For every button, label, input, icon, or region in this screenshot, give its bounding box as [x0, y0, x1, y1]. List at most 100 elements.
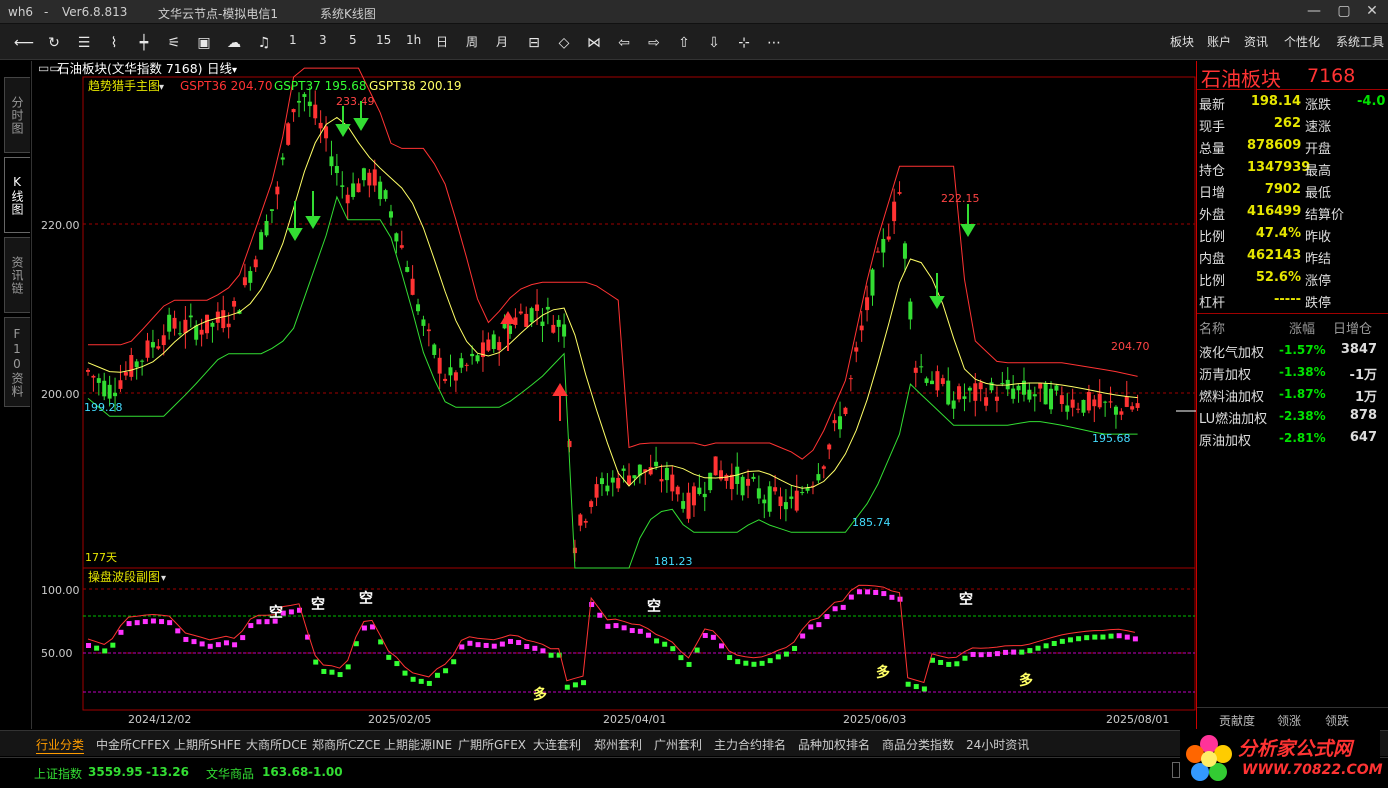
tab-ine[interactable]: 上期能源INE: [384, 736, 452, 753]
menu-personalize[interactable]: 个性化: [1284, 33, 1320, 50]
oscillator-point: [824, 614, 830, 620]
select-icon[interactable]: ⊟: [524, 34, 544, 52]
down-icon[interactable]: ⇩: [704, 34, 724, 52]
cross-icon[interactable]: ⊹: [734, 34, 754, 52]
oscillator-point: [443, 668, 449, 674]
left-icon[interactable]: ⇦: [614, 34, 634, 52]
menu-news[interactable]: 资讯: [1244, 33, 1268, 50]
bell-icon[interactable]: ♫: [254, 34, 274, 52]
index2-name[interactable]: 文华商品: [206, 765, 254, 782]
period-3m[interactable]: 3: [319, 33, 327, 47]
period-selector[interactable]: 日线: [207, 61, 233, 76]
period-dropdown-icon[interactable]: ▾: [232, 65, 237, 76]
candle-body: [691, 486, 696, 506]
period-1m[interactable]: 1: [289, 33, 297, 47]
tab-industry[interactable]: 行业分类: [36, 736, 85, 754]
oscillator-point: [970, 651, 976, 657]
candle-body: [729, 474, 734, 490]
maximize-icon[interactable]: ▢: [1336, 3, 1352, 19]
quote-value: 262: [1273, 116, 1301, 131]
zoom-out-icon[interactable]: ⋈: [584, 34, 604, 52]
period-day[interactable]: 日: [436, 33, 448, 50]
refresh-icon[interactable]: ↻: [44, 34, 64, 52]
oscillator-point: [848, 594, 854, 600]
tab-gfex[interactable]: 广期所GFEX: [458, 736, 526, 753]
oscillator-point: [86, 643, 91, 648]
tab-top-gainers[interactable]: 领涨: [1277, 712, 1301, 729]
candle-body: [470, 353, 475, 357]
bar-chart-icon[interactable]: ┿: [134, 34, 154, 52]
tab-zhengzhou-arb[interactable]: 郑州套利: [594, 736, 642, 753]
y-tick-220: 220.00: [41, 219, 80, 232]
list-icon[interactable]: ☰: [74, 34, 94, 52]
oscillator-point: [792, 645, 798, 651]
candle-body: [491, 334, 496, 349]
index1-name[interactable]: 上证指数: [34, 765, 82, 782]
line-chart-icon[interactable]: ⌇: [104, 34, 124, 52]
candle-body: [892, 201, 897, 222]
zoom-in-icon[interactable]: ◇: [554, 34, 574, 52]
sector-list-item[interactable]: 沥青加权 -1.38% -1万: [1197, 361, 1388, 383]
oscillator-point: [223, 640, 229, 646]
scroll-handle[interactable]: [1172, 762, 1180, 778]
tab-top-losers[interactable]: 领跌: [1325, 712, 1349, 729]
sub-indicator-name[interactable]: 操盘波段副图: [88, 569, 160, 584]
tab-weighted-rank[interactable]: 品种加权排名: [798, 736, 870, 753]
sector-list-item[interactable]: 液化气加权 -1.57% 3847: [1197, 339, 1388, 361]
more-icon[interactable]: ⋯: [764, 34, 784, 52]
period-week[interactable]: 周: [466, 33, 478, 50]
indicator-dropdown-icon[interactable]: ▾: [159, 82, 164, 93]
candle-body: [908, 301, 913, 320]
tab-24h-news[interactable]: 24小时资讯: [966, 736, 1029, 753]
sector-list-item[interactable]: 原油加权 -2.81% 647: [1197, 427, 1388, 449]
oscillator-point: [418, 678, 424, 684]
main-indicator-name[interactable]: 趋势猎手主图: [88, 79, 160, 93]
tab-dce[interactable]: 大商所DCE: [246, 736, 307, 753]
gspt36-line: [88, 67, 1138, 460]
kline-chart[interactable]: ▭▭ 石油板块(文华指数 7168) 日线 ▾ 趋势猎手主图 ▾ GSPT36 …: [33, 61, 1196, 729]
candle-body: [1054, 385, 1059, 391]
tab-kline[interactable]: K线图: [4, 157, 30, 233]
short-marker: 空: [359, 590, 373, 607]
menu-sector[interactable]: 板块: [1170, 33, 1194, 50]
tab-shfe[interactable]: 上期所SHFE: [174, 736, 241, 753]
right-icon[interactable]: ⇨: [644, 34, 664, 52]
tab-news-chain[interactable]: 资讯链: [4, 237, 30, 313]
menu-system-tools[interactable]: 系统工具: [1336, 33, 1384, 50]
ruler-icon[interactable]: ⚟: [164, 34, 184, 52]
tab-intraday[interactable]: 分时图: [4, 77, 30, 153]
sector-list-item[interactable]: 燃料油加权 -1.87% 1万: [1197, 383, 1388, 405]
oscillator-point: [207, 643, 213, 649]
tab-commodity-index[interactable]: 商品分类指数: [882, 736, 954, 753]
kline-icon[interactable]: ▣: [194, 34, 214, 52]
period-1h[interactable]: 1h: [406, 33, 421, 47]
tab-guangzhou-arb[interactable]: 广州套利: [654, 736, 702, 753]
panel-title: 石油板块: [1201, 67, 1281, 91]
sub-indicator-dropdown-icon[interactable]: ▾: [161, 573, 166, 584]
menu-account[interactable]: 账户: [1207, 33, 1231, 50]
tab-dalian-arb[interactable]: 大连套利: [533, 736, 581, 753]
candle-body: [713, 456, 718, 476]
tab-f10[interactable]: F10资料: [4, 317, 30, 407]
period-5m[interactable]: 5: [349, 33, 357, 47]
oscillator-point: [1108, 633, 1114, 639]
oscillator-point: [329, 669, 335, 675]
quote-label: 涨停: [1305, 274, 1332, 289]
tab-main-contract-rank[interactable]: 主力合约排名: [714, 736, 786, 753]
tab-czce[interactable]: 郑商所CZCE: [312, 736, 381, 753]
kline-chart-area[interactable]: ▭▭ 石油板块(文华指数 7168) 日线 ▾ 趋势猎手主图 ▾ GSPT36 …: [33, 61, 1196, 729]
period-month[interactable]: 月: [496, 33, 508, 50]
back-icon[interactable]: ⟵: [14, 34, 34, 52]
tab-contribution[interactable]: 贡献度: [1219, 712, 1255, 729]
up-icon[interactable]: ⇧: [674, 34, 694, 52]
tab-cffex[interactable]: 中金所CFFEX: [96, 736, 170, 753]
close-icon[interactable]: ✕: [1364, 3, 1380, 19]
cloud-icon[interactable]: ☁: [224, 34, 244, 52]
minimize-icon[interactable]: —: [1306, 3, 1322, 19]
candle-body: [1108, 401, 1113, 403]
candle-body: [589, 501, 594, 507]
oscillator-point: [524, 643, 530, 649]
sector-list-item[interactable]: LU燃油加权 -2.38% 878: [1197, 405, 1388, 427]
oscillator-point: [532, 645, 538, 651]
period-15m[interactable]: 15: [376, 33, 391, 47]
